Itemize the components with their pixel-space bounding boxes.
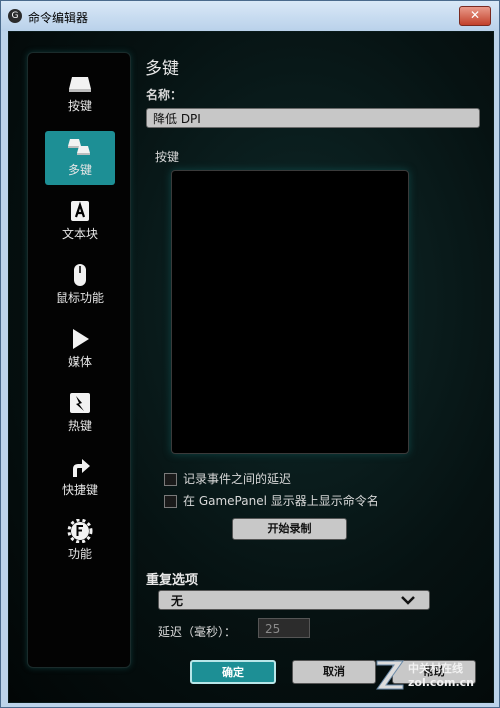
sidebar-item-label: 媒体	[67, 355, 92, 369]
start-recording-button[interactable]: 开始录制	[232, 518, 347, 540]
repeat-options-select[interactable]: 无	[158, 590, 430, 610]
close-button[interactable]: ✕	[459, 6, 491, 26]
sidebar-item-function[interactable]: 功能	[45, 515, 115, 569]
command-editor-window: G 命令编辑器 ✕ 按键 多键 文本块 鼠标功能 媒体 热键 快捷键 功能 多键…	[0, 0, 500, 708]
sidebar-item-label: 快捷键	[61, 483, 98, 497]
repeat-selected-value: 无	[171, 594, 184, 608]
sidebar-item-media[interactable]: 媒体	[45, 323, 115, 377]
sidebar-item-mouse-function[interactable]: 鼠标功能	[45, 259, 115, 313]
command-name-input[interactable]: 降低 DPI	[146, 108, 480, 128]
sidebar-item-multikey[interactable]: 多键	[45, 131, 115, 185]
keycap-icon	[69, 77, 91, 92]
cancel-button[interactable]: 取消	[292, 660, 376, 684]
shortcut-arrow-icon	[73, 459, 90, 477]
keystroke-list[interactable]	[171, 170, 409, 454]
sidebar-item-hotkey[interactable]: 热键	[45, 387, 115, 441]
hotkey-icon	[70, 393, 90, 413]
show-name-checkbox-row[interactable]: 在 GamePanel 显示器上显示命令名	[164, 492, 379, 509]
sidebar-item-label: 功能	[67, 547, 92, 561]
sidebar-item-shortcut[interactable]: 快捷键	[45, 451, 115, 505]
name-label: 名称：	[146, 88, 183, 102]
show-name-label: 在 GamePanel 显示器上显示命令名	[183, 494, 379, 508]
zol-watermark: 中关村在线 zol.com.cn	[372, 656, 492, 696]
sidebar-item-label: 多键	[67, 163, 92, 177]
mouse-icon	[74, 264, 86, 286]
text-block-icon	[71, 201, 89, 221]
record-delays-checkbox[interactable]	[164, 473, 177, 486]
watermark-cn-text: 中关村在线	[408, 662, 463, 675]
delay-ms-input[interactable]: 25	[258, 618, 310, 638]
sidebar-item-label: 热键	[67, 419, 92, 433]
sidebar-item-keystroke[interactable]: 按键	[45, 67, 115, 121]
command-type-sidebar: 按键 多键 文本块 鼠标功能 媒体 热键 快捷键 功能	[27, 52, 131, 668]
zol-logo-icon	[376, 660, 404, 690]
multi-key-icon	[68, 139, 90, 155]
delay-label: 延迟（毫秒）：	[158, 625, 237, 639]
window-title: 命令编辑器	[28, 11, 89, 25]
show-name-on-gamepanel-checkbox[interactable]	[164, 495, 177, 508]
editor-content: 按键 多键 文本块 鼠标功能 媒体 热键 快捷键 功能 多键 名称： 降低 DP…	[8, 31, 494, 703]
page-title: 多键	[145, 59, 179, 79]
sidebar-item-label: 按键	[67, 99, 92, 113]
watermark-en-text: zol.com.cn	[408, 676, 474, 689]
chevron-down-icon	[401, 596, 415, 605]
sidebar-item-label: 文本块	[61, 227, 98, 241]
play-icon	[73, 329, 89, 349]
title-bar: G 命令编辑器 ✕	[1, 1, 499, 31]
ok-button[interactable]: 确定	[190, 660, 276, 684]
logitech-logo-icon: G	[8, 9, 22, 23]
record-delays-label: 记录事件之间的延迟	[183, 472, 292, 486]
record-delays-checkbox-row[interactable]: 记录事件之间的延迟	[164, 470, 291, 487]
function-gear-icon	[67, 519, 93, 543]
repeat-options-label: 重复选项	[146, 573, 199, 588]
keys-label: 按键	[155, 150, 180, 164]
sidebar-item-text-block[interactable]: 文本块	[45, 195, 115, 249]
sidebar-item-label: 鼠标功能	[55, 291, 104, 305]
